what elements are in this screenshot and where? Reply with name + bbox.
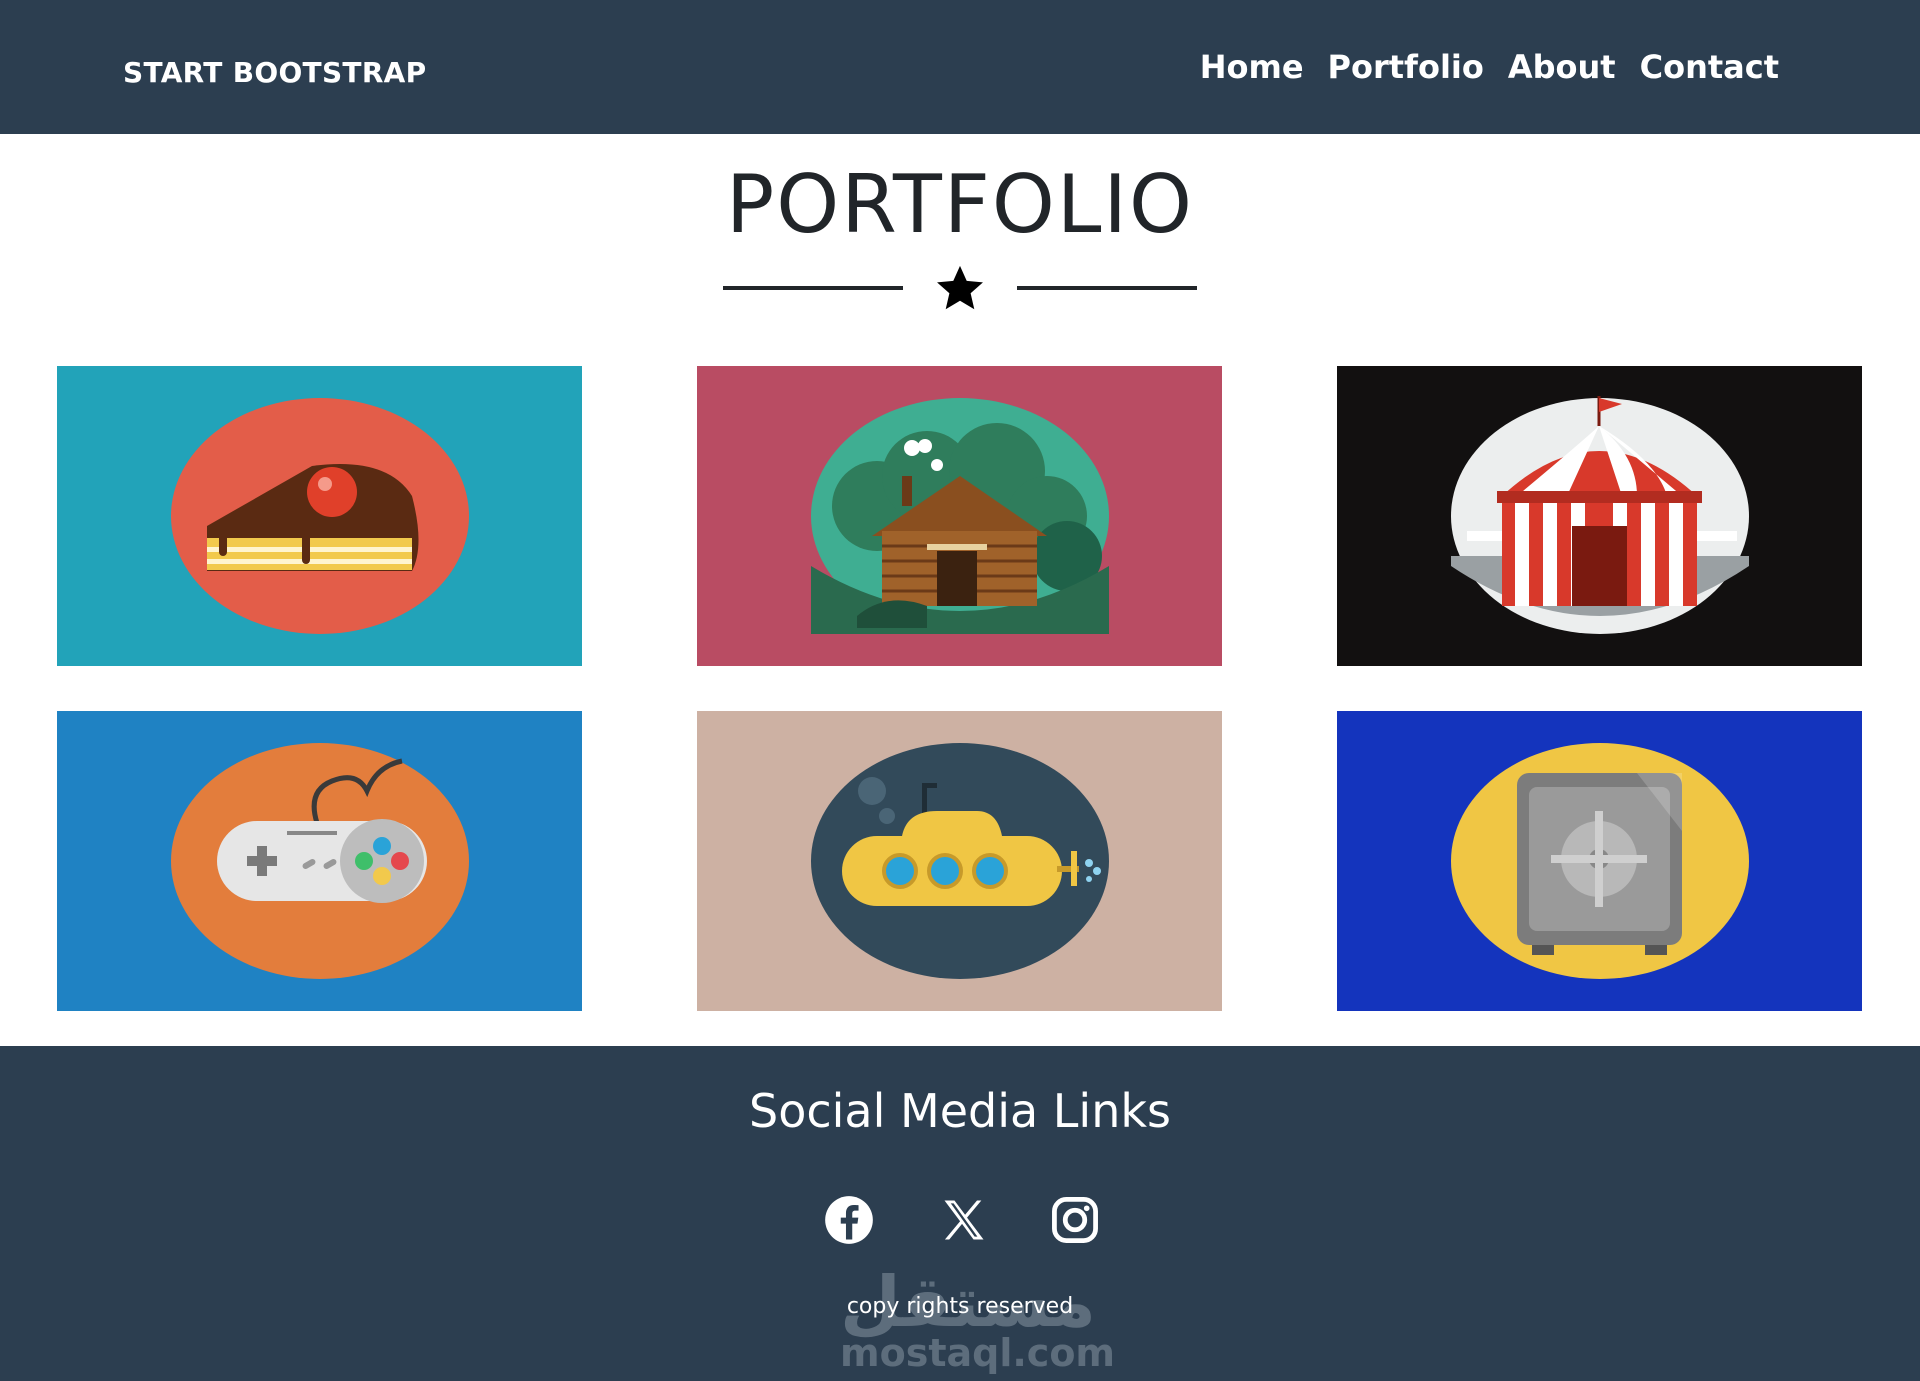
cabin-icon: [697, 366, 1222, 666]
nav-link-home[interactable]: Home: [1200, 48, 1304, 86]
divider-line-left: [723, 286, 903, 290]
watermark-latin: mostaql.com: [840, 1331, 1116, 1375]
portfolio-item-circus-tent[interactable]: [1337, 366, 1862, 666]
nav-link-portfolio[interactable]: Portfolio: [1328, 48, 1484, 86]
portfolio-item-cake[interactable]: [57, 366, 582, 666]
divider-line-right: [1017, 286, 1197, 290]
portfolio-item-submarine[interactable]: [697, 711, 1222, 1011]
portfolio-item-safe[interactable]: [1337, 711, 1862, 1011]
nav-links: Home Portfolio About Contact: [1200, 48, 1779, 86]
circus-tent-icon: [1337, 366, 1862, 666]
portfolio-item-game-controller[interactable]: [57, 711, 582, 1011]
portfolio-grid: [57, 366, 1862, 1011]
star-icon: [937, 265, 983, 310]
cake-icon: [57, 366, 582, 666]
page-title: PORTFOLIO: [726, 158, 1194, 251]
nav-link-contact[interactable]: Contact: [1640, 48, 1779, 86]
safe-icon: [1337, 711, 1862, 1011]
portfolio-item-cabin[interactable]: [697, 366, 1222, 666]
submarine-icon: [697, 711, 1222, 1011]
footer-title: Social Media Links: [749, 1084, 1171, 1138]
title-divider: [723, 262, 1197, 314]
nav-link-about[interactable]: About: [1508, 48, 1616, 86]
footer: Social Media Links مستقل mostaql.com cop…: [0, 1046, 1920, 1381]
game-controller-icon: [57, 711, 582, 1011]
copyright-text: copy rights reserved: [846, 1294, 1074, 1319]
x-icon[interactable]: [938, 1194, 990, 1246]
navbar: START BOOTSTRAP Home Portfolio About Con…: [0, 0, 1920, 134]
instagram-icon[interactable]: [1049, 1194, 1101, 1246]
facebook-icon[interactable]: [823, 1194, 875, 1246]
brand-logo[interactable]: START BOOTSTRAP: [123, 56, 426, 89]
watermark-logo: مستقل mostaql.com: [840, 1261, 1116, 1381]
